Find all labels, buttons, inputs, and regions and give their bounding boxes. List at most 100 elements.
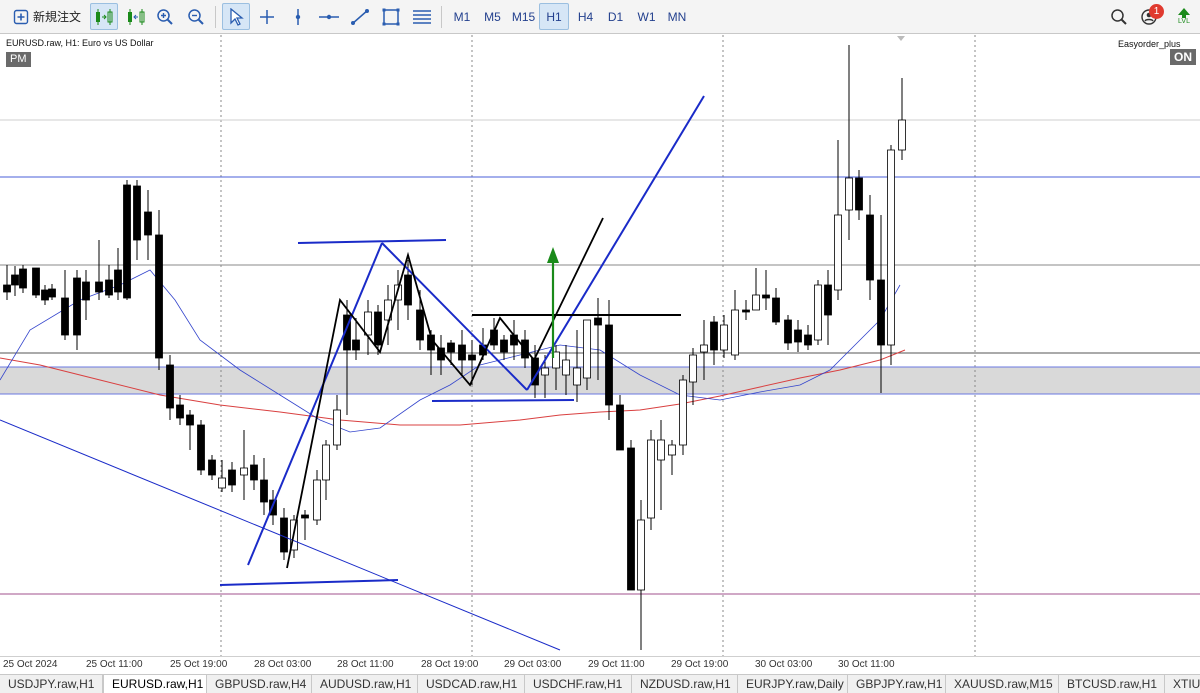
bullish-candle	[657, 439, 665, 461]
bearish-candle	[11, 274, 19, 286]
bearish-candle	[32, 267, 40, 296]
bearish-candle	[197, 424, 205, 471]
time-axis-label: 30 Oct 11:00	[838, 659, 895, 670]
price-chart[interactable]: EURUSD.raw, H1: Euro vs US Dollar PM Eas…	[0, 35, 1200, 656]
level-up-arrow-icon	[1177, 7, 1191, 18]
bullish-candle	[562, 359, 570, 376]
bullish-candle	[689, 354, 697, 383]
bullish-candle	[679, 379, 687, 446]
bearish-candle	[260, 479, 268, 503]
bearish-candle	[710, 321, 718, 351]
timeframe-d1[interactable]: D1	[601, 3, 630, 30]
timeframe-w1[interactable]: W1	[632, 3, 661, 30]
bearish-candle	[228, 469, 236, 486]
bearish-candle	[855, 177, 863, 211]
tab-xauusd-m15[interactable]: XAUUSD.raw,M15	[946, 675, 1059, 693]
search-icon	[1110, 8, 1128, 26]
timeframe-h4-label: H4	[577, 9, 594, 24]
bullish-candle	[322, 444, 330, 481]
bearish-candle	[447, 342, 455, 353]
lvl-label: LVL	[1178, 17, 1190, 25]
descending-trendline	[0, 419, 561, 651]
auto-trading-buy-button[interactable]	[90, 3, 118, 30]
expert-advisor-status[interactable]: ON	[1170, 49, 1196, 65]
timeframe-m15[interactable]: M15	[508, 3, 539, 30]
bearish-candle	[176, 404, 184, 419]
chart-shift-button[interactable]	[122, 3, 150, 30]
bullish-candle	[700, 344, 708, 353]
tab-audusd-h1[interactable]: AUDUSD.raw,H1	[312, 675, 418, 693]
timeframe-h1[interactable]: H1	[539, 3, 569, 30]
time-axis-label: 25 Oct 19:00	[170, 659, 228, 670]
timeframe-m5-label: M5	[484, 9, 501, 24]
bearish-candle	[824, 284, 832, 316]
cursor-arrow-icon	[228, 7, 244, 26]
bullish-candle	[541, 367, 549, 376]
timeframe-m1[interactable]: M1	[448, 3, 476, 30]
bearish-candle	[48, 288, 56, 298]
price-chart-canvas[interactable]	[0, 35, 1200, 656]
tab-xtiu[interactable]: XTIU	[1165, 675, 1200, 693]
bearish-candle	[616, 404, 624, 451]
bearish-candle	[280, 517, 288, 553]
shapes-tool-button[interactable]	[377, 3, 405, 30]
timeframe-h4[interactable]: H4	[571, 3, 600, 30]
bullish-candle	[668, 444, 676, 456]
tab-eurjpy-daily[interactable]: EURJPY.raw,Daily	[738, 675, 848, 693]
bullish-candle	[834, 214, 842, 291]
tab-usdchf-h1[interactable]: USDCHF.raw,H1	[525, 675, 632, 693]
bullish-candle	[583, 319, 591, 379]
tab-usdcad-h1[interactable]: USDCAD.raw,H1	[418, 675, 525, 693]
timeframe-m5[interactable]: M5	[478, 3, 507, 30]
time-axis-label: 29 Oct 19:00	[671, 659, 729, 670]
horizontal-line-icon	[318, 8, 340, 26]
timeframe-m1-label: M1	[453, 9, 471, 24]
tab-gbpusd-h4[interactable]: GBPUSD.raw,H4	[207, 675, 312, 693]
bearish-candle	[458, 344, 466, 361]
lvl-button[interactable]: LVL	[1172, 3, 1196, 30]
support-trendline	[431, 399, 575, 402]
bearish-candle	[404, 274, 412, 306]
timeframe-h1-label: H1	[546, 9, 562, 24]
bullish-candle	[364, 311, 372, 336]
expert-advisor-name: Easyorder_plus	[1118, 39, 1181, 49]
bearish-candle	[123, 184, 131, 299]
search-button[interactable]	[1106, 3, 1132, 30]
bullish-candle	[720, 324, 728, 351]
tab-usdjpy-h1[interactable]: USDJPY.raw,H1	[0, 675, 103, 693]
new-order-button[interactable]: 新規注文	[8, 3, 86, 30]
trendline-icon	[350, 8, 370, 26]
support-trendline	[219, 579, 399, 586]
tab-btcusd-h1[interactable]: BTCUSD.raw,H1	[1059, 675, 1165, 693]
bearish-candle	[73, 277, 81, 336]
resistance-trendline	[297, 239, 447, 244]
timeframe-m15-label: M15	[511, 9, 536, 24]
crosshair-tool-button[interactable]	[254, 3, 280, 30]
trading-terminal-window: 新規注文 M1 M5 M15 H1 H4 D1 W1 MN 1 LVL EURU…	[0, 0, 1200, 693]
toolbar-separator	[441, 6, 442, 28]
trendline-tool-button[interactable]	[346, 3, 374, 30]
bearish-candle	[605, 324, 613, 406]
bearish-candle	[500, 339, 508, 353]
bearish-candle	[784, 319, 792, 344]
toolbar-separator	[215, 6, 216, 28]
bullish-candle	[637, 519, 645, 591]
bearish-candle	[468, 354, 476, 361]
horizontal-line-tool-button[interactable]	[315, 3, 343, 30]
tab-eurusd-h1[interactable]: EURUSD.raw,H1	[103, 675, 207, 693]
timeframe-mn[interactable]: MN	[662, 3, 692, 30]
cursor-tool-button[interactable]	[222, 3, 250, 30]
tab-nzdusd-h1[interactable]: NZDUSD.raw,H1	[632, 675, 738, 693]
chart-shift-marker	[897, 36, 905, 41]
bullish-candle	[240, 467, 248, 476]
vertical-line-tool-button[interactable]	[285, 3, 311, 30]
bullish-candle	[333, 409, 341, 446]
bearish-candle	[866, 214, 874, 281]
bearish-candle	[166, 364, 174, 409]
zoom-in-button[interactable]	[152, 3, 178, 30]
tab-gbpjpy-h1[interactable]: GBPJPY.raw,H1	[848, 675, 946, 693]
time-axis: 25 Oct 2024 25 Oct 11:00 25 Oct 19:00 28…	[0, 656, 1200, 674]
zoom-out-button[interactable]	[183, 3, 209, 30]
time-axis-label: 29 Oct 03:00	[504, 659, 562, 670]
fibonacci-tool-button[interactable]	[408, 3, 436, 30]
